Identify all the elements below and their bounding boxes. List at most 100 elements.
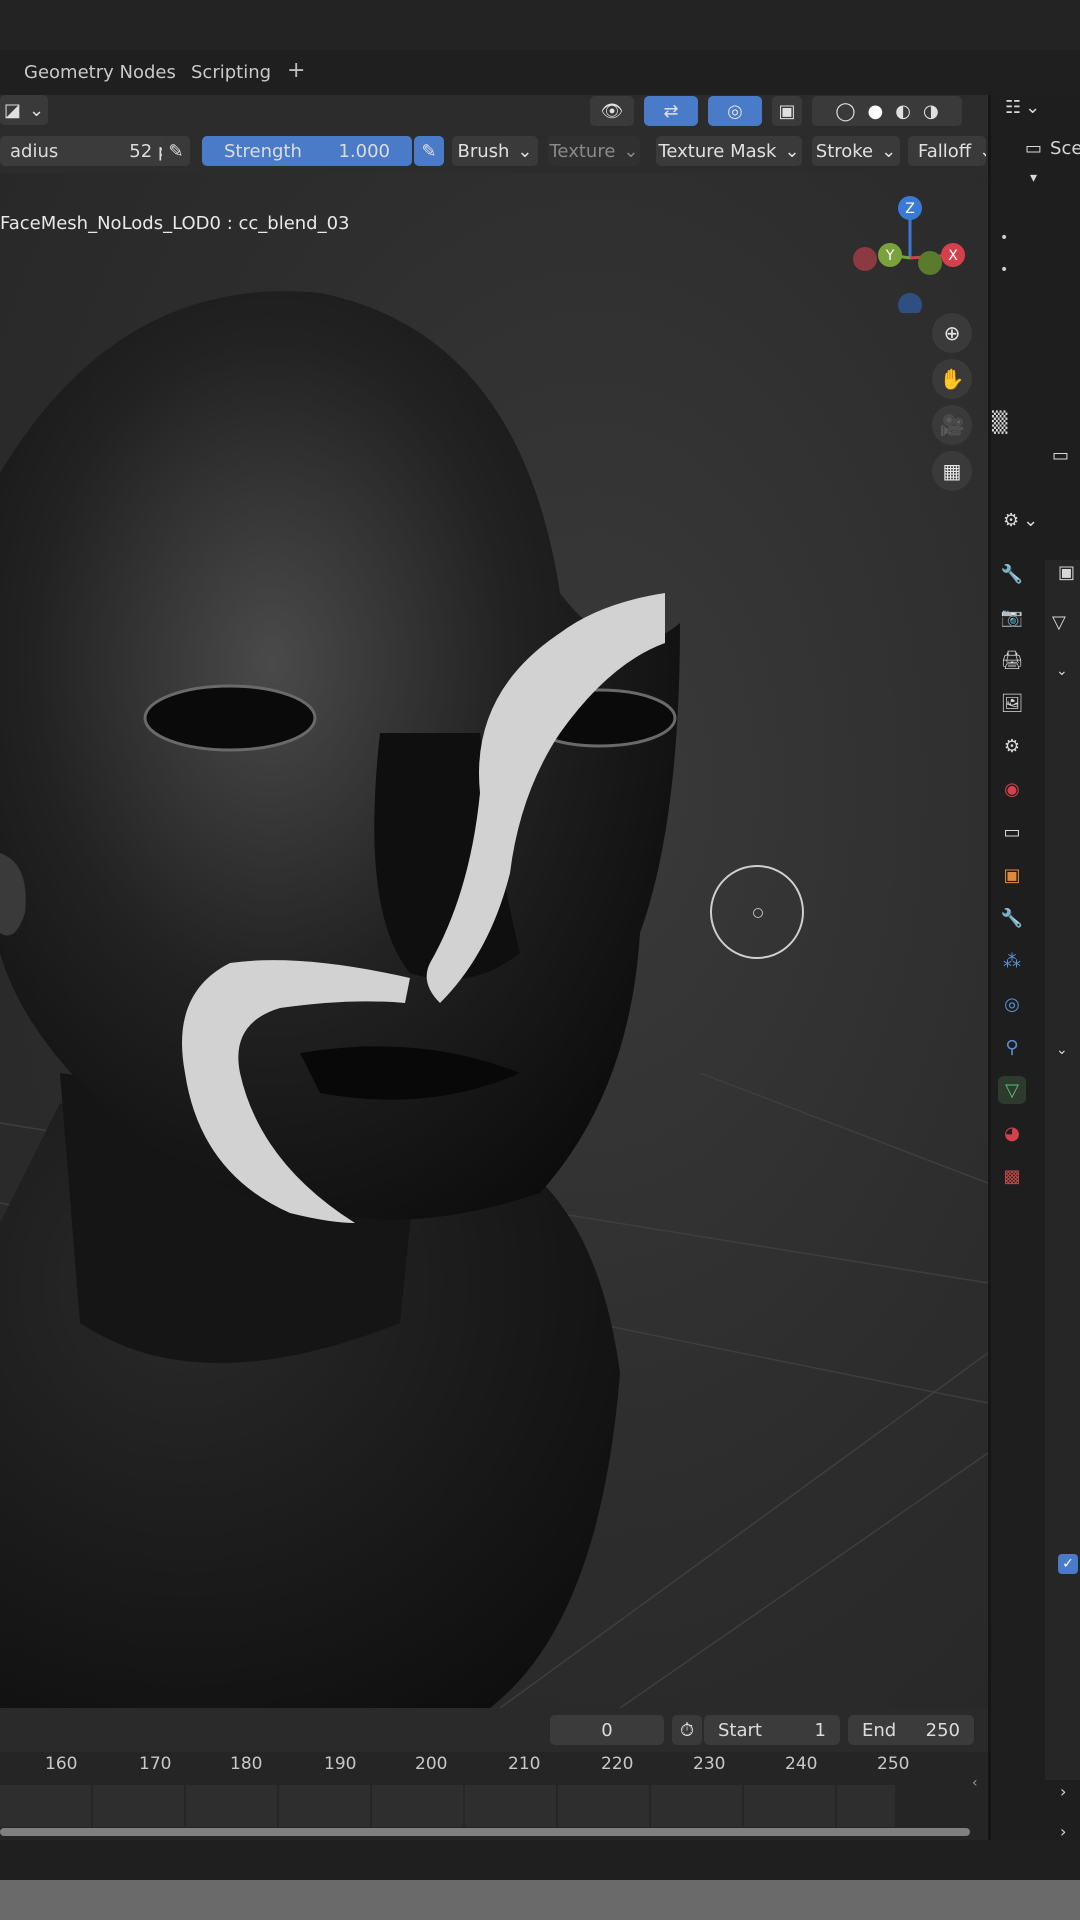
brush-menu[interactable]: Brush ⌄ (452, 136, 538, 166)
radius-label: adius (10, 140, 59, 162)
gizmo-icon: ⇄ (663, 100, 679, 122)
timeline-track[interactable] (0, 1785, 895, 1827)
strength-slider[interactable]: Strength 1.000 (202, 136, 412, 166)
visibility-button[interactable]: 👁 (590, 96, 634, 126)
active-object-label: FaceMesh_NoLods_LOD0 : cc_blend_03 (0, 213, 350, 234)
mode-icon: ◪ (3, 99, 21, 121)
strength-value: 1.000 (338, 140, 390, 162)
enable-checkbox[interactable]: ✓ (1058, 1554, 1078, 1574)
brush-cursor (710, 865, 804, 959)
tool-tab-icon[interactable]: 🔧 (998, 560, 1026, 588)
modifier-tab-icon[interactable]: 🔧 (998, 904, 1026, 932)
solid-shading-icon[interactable]: ● (868, 101, 884, 122)
playback-clock-button[interactable]: ⏱ (672, 1715, 702, 1745)
frame-tick: 230 (693, 1754, 726, 1774)
pan-button[interactable]: ✋ (932, 359, 972, 399)
status-bar (0, 1840, 1080, 1880)
mode-selector[interactable]: ◪ ⌄ (0, 95, 48, 125)
falloff-menu-label: Falloff (918, 140, 972, 162)
object-tab-icon[interactable]: ▣ (998, 861, 1026, 889)
texture-menu-label: Texture (549, 140, 616, 162)
physics-tab-icon[interactable]: ◎ (998, 990, 1026, 1018)
view-layer-tab-icon[interactable]: 🖼 (998, 689, 1026, 717)
render-tab-icon[interactable]: 📷 (998, 603, 1026, 631)
world-tab-icon[interactable]: ◉ (998, 775, 1026, 803)
texture-tab-icon[interactable]: ▩ (998, 1162, 1026, 1190)
xray-icon: ▣ (778, 100, 796, 122)
stroke-menu-label: Stroke (815, 140, 874, 162)
sculpt-mesh (0, 291, 988, 1708)
outliner-scene-row[interactable]: ▭ Sce (1025, 138, 1080, 159)
navigation-gizmo[interactable]: Z X Y (845, 183, 965, 313)
chevron-down-icon[interactable]: ⌄ (1056, 1042, 1068, 1058)
particles-tab-icon[interactable]: ⁂ (998, 947, 1026, 975)
chevron-right-icon[interactable]: › (1060, 1822, 1066, 1841)
properties-icon: ⚙ (1003, 510, 1020, 531)
frame-tick: 220 (601, 1754, 634, 1774)
chevron-down-icon[interactable]: ⌄ (1056, 663, 1068, 679)
outliner-editor-type[interactable]: ☷ ⌄ (1005, 97, 1040, 118)
collection-icon: ▭ (1052, 445, 1070, 466)
timeline-scrollbar[interactable] (0, 1828, 970, 1836)
pen-pressure-icon: ✎ (168, 140, 184, 162)
perspective-toggle-button[interactable]: ▦ (932, 451, 972, 491)
viewport-overlay-controls: 👁 ⇄ ◎ ▣ ◯ ● ◐ ◑ (590, 95, 970, 127)
start-frame-field[interactable]: Start 1 (704, 1715, 840, 1745)
properties-editor-type[interactable]: ⚙ ⌄ (1003, 510, 1038, 531)
texture-menu[interactable]: Texture ⌄ (548, 136, 640, 166)
radius-pressure-button[interactable]: ✎ (162, 136, 190, 166)
collection-icon: ▭ (1025, 138, 1043, 159)
scene-tab-icon[interactable]: ⚙ (998, 732, 1026, 760)
top-bar (0, 0, 1080, 50)
texture-mask-menu-label: Texture Mask (658, 140, 777, 162)
material-tab-icon[interactable]: ◕ (998, 1119, 1026, 1147)
add-workspace-button[interactable]: + (287, 58, 305, 83)
current-frame-field[interactable]: 0 (550, 1715, 664, 1745)
frame-tick: 170 (139, 1754, 172, 1774)
screen-footer (0, 1880, 1080, 1920)
wireframe-shading-icon[interactable]: ◯ (835, 101, 855, 122)
constraints-tab-icon[interactable]: ⚲ (998, 1033, 1026, 1061)
tab-scripting[interactable]: Scripting (191, 62, 271, 83)
outliner-icon: ☷ (1005, 97, 1022, 118)
gizmo-z-label: Z (905, 201, 915, 217)
end-label: End (862, 1719, 897, 1741)
chevron-down-icon: ⌄ (979, 141, 986, 162)
output-tab-icon[interactable]: 🖨 (998, 646, 1026, 674)
falloff-menu[interactable]: Falloff ⌄ (908, 136, 986, 166)
material-shading-icon[interactable]: ◐ (895, 101, 911, 122)
tab-geometry-nodes[interactable]: Geometry Nodes (24, 62, 176, 83)
strength-pressure-button[interactable]: ✎ (414, 136, 444, 166)
gizmo-toggle-button[interactable]: ⇄ (644, 96, 698, 126)
end-frame-field[interactable]: End 250 (848, 1715, 974, 1745)
rendered-shading-icon[interactable]: ◑ (923, 101, 939, 122)
chevron-left-icon[interactable]: ‹ (972, 1775, 978, 1791)
xray-button[interactable]: ▣ (772, 96, 802, 126)
frame-tick: 250 (877, 1754, 910, 1774)
camera-view-button[interactable]: 🎥 (932, 405, 972, 445)
chevron-down-icon: ⌄ (623, 140, 639, 162)
properties-tab-bar: 🔧 📷 🖨 🖼 ⚙ ◉ ▭ ▣ 🔧 ⁂ ◎ ⚲ ▽ ◕ ▩ (998, 560, 1026, 1190)
overlay-toggle-button[interactable]: ◎ (708, 96, 762, 126)
collection-tab-icon[interactable]: ▭ (998, 818, 1026, 846)
pen-pressure-icon: ✎ (421, 140, 437, 162)
frame-tick: 200 (415, 1754, 448, 1774)
selection-dot: • (1000, 262, 1009, 278)
camera-icon: 🎥 (939, 413, 965, 437)
strength-label: Strength (224, 140, 302, 162)
frame-tick: 190 (324, 1754, 357, 1774)
chevron-down-icon: ⌄ (1025, 97, 1041, 118)
end-value: 250 (925, 1719, 960, 1741)
start-label: Start (718, 1719, 762, 1741)
shading-mode-group[interactable]: ◯ ● ◐ ◑ (812, 96, 962, 126)
texture-mask-menu[interactable]: Texture Mask ⌄ (656, 136, 802, 166)
zoom-button[interactable]: ⊕ (932, 313, 972, 353)
chevron-right-icon[interactable]: › (1060, 1782, 1066, 1801)
3d-viewport[interactable]: FaceMesh_NoLods_LOD0 : cc_blend_03 Z X Y… (0, 173, 988, 1708)
expand-arrow-icon[interactable]: ▾ (1030, 170, 1037, 186)
gizmo-y-label: Y (885, 248, 895, 264)
eye-icon: 👁 (600, 100, 624, 122)
overlay-icon: ◎ (727, 100, 743, 122)
data-tab-icon[interactable]: ▽ (998, 1076, 1026, 1104)
stroke-menu[interactable]: Stroke ⌄ (812, 136, 900, 166)
